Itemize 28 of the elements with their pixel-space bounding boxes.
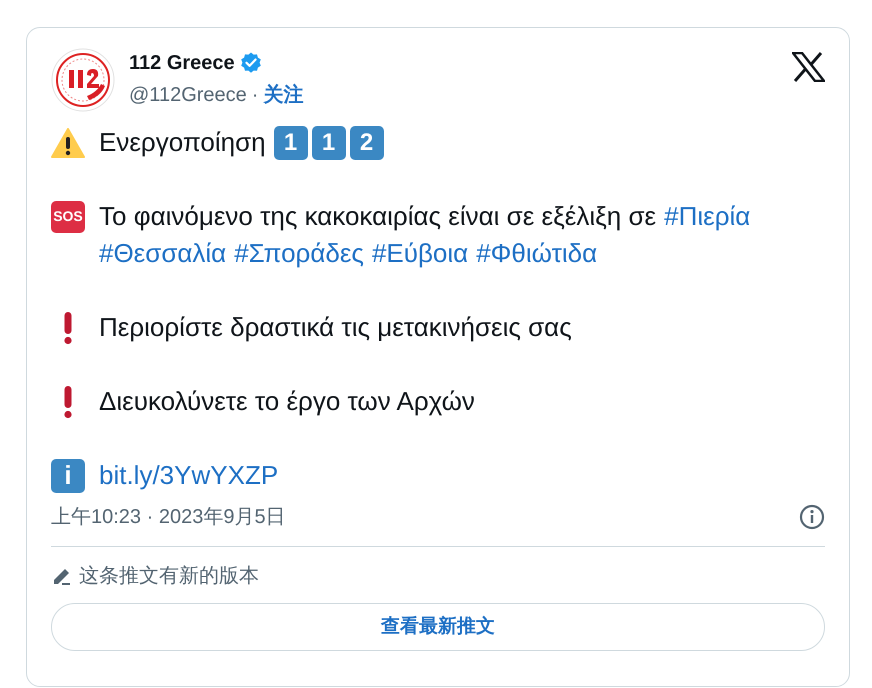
warning-icon — [51, 128, 85, 158]
short-link[interactable]: bit.ly/3YwYXZP — [99, 457, 278, 494]
tweet-timestamp[interactable]: 上午10:23 · 2023年9月5日 — [51, 502, 286, 532]
tweet-text: Περιορίστε δραστικά τις μετακινήσεις σας — [99, 311, 572, 344]
hashtag-link[interactable]: #Εύβοια — [372, 235, 468, 272]
x-logo-icon[interactable] — [792, 52, 825, 82]
hashtag-link[interactable]: #Σποράδες — [234, 235, 364, 272]
exclamation-icon — [64, 310, 72, 344]
info-icon[interactable] — [799, 504, 825, 530]
keycap-emoji: 1 — [312, 126, 346, 160]
avatar-logo[interactable] — [51, 48, 115, 112]
tweet-text: Διευκολύνετε το έργο των Αρχών — [99, 385, 475, 418]
separator-dot: · — [252, 83, 258, 108]
edited-notice: 这条推文有新的版本 — [79, 564, 259, 589]
sos-badge: SOS — [51, 200, 85, 232]
exclamation-icon — [64, 384, 72, 418]
follow-link[interactable]: 关注 — [263, 80, 304, 110]
hashtag-link[interactable]: #Φθιώτιδα — [476, 235, 598, 272]
view-latest-button[interactable]: 查看最新推文 — [51, 603, 825, 651]
hashtag-link[interactable]: #Πιερία — [664, 198, 750, 235]
author-name[interactable]: 112 Greece — [129, 48, 235, 78]
keycap-emoji: 1 — [274, 126, 308, 160]
keycap-emoji: 2 — [350, 126, 384, 160]
hashtag-link[interactable]: #Θεσσαλία — [99, 235, 226, 272]
author-handle[interactable]: @112Greece — [129, 80, 247, 110]
info-badge: i — [51, 458, 85, 492]
tweet-text: Το φαινόμενο της κακοκαιρίας είναι σε εξέλιξη σε — [99, 200, 656, 233]
tweet-text: Ενεργοποίηση — [99, 126, 266, 159]
